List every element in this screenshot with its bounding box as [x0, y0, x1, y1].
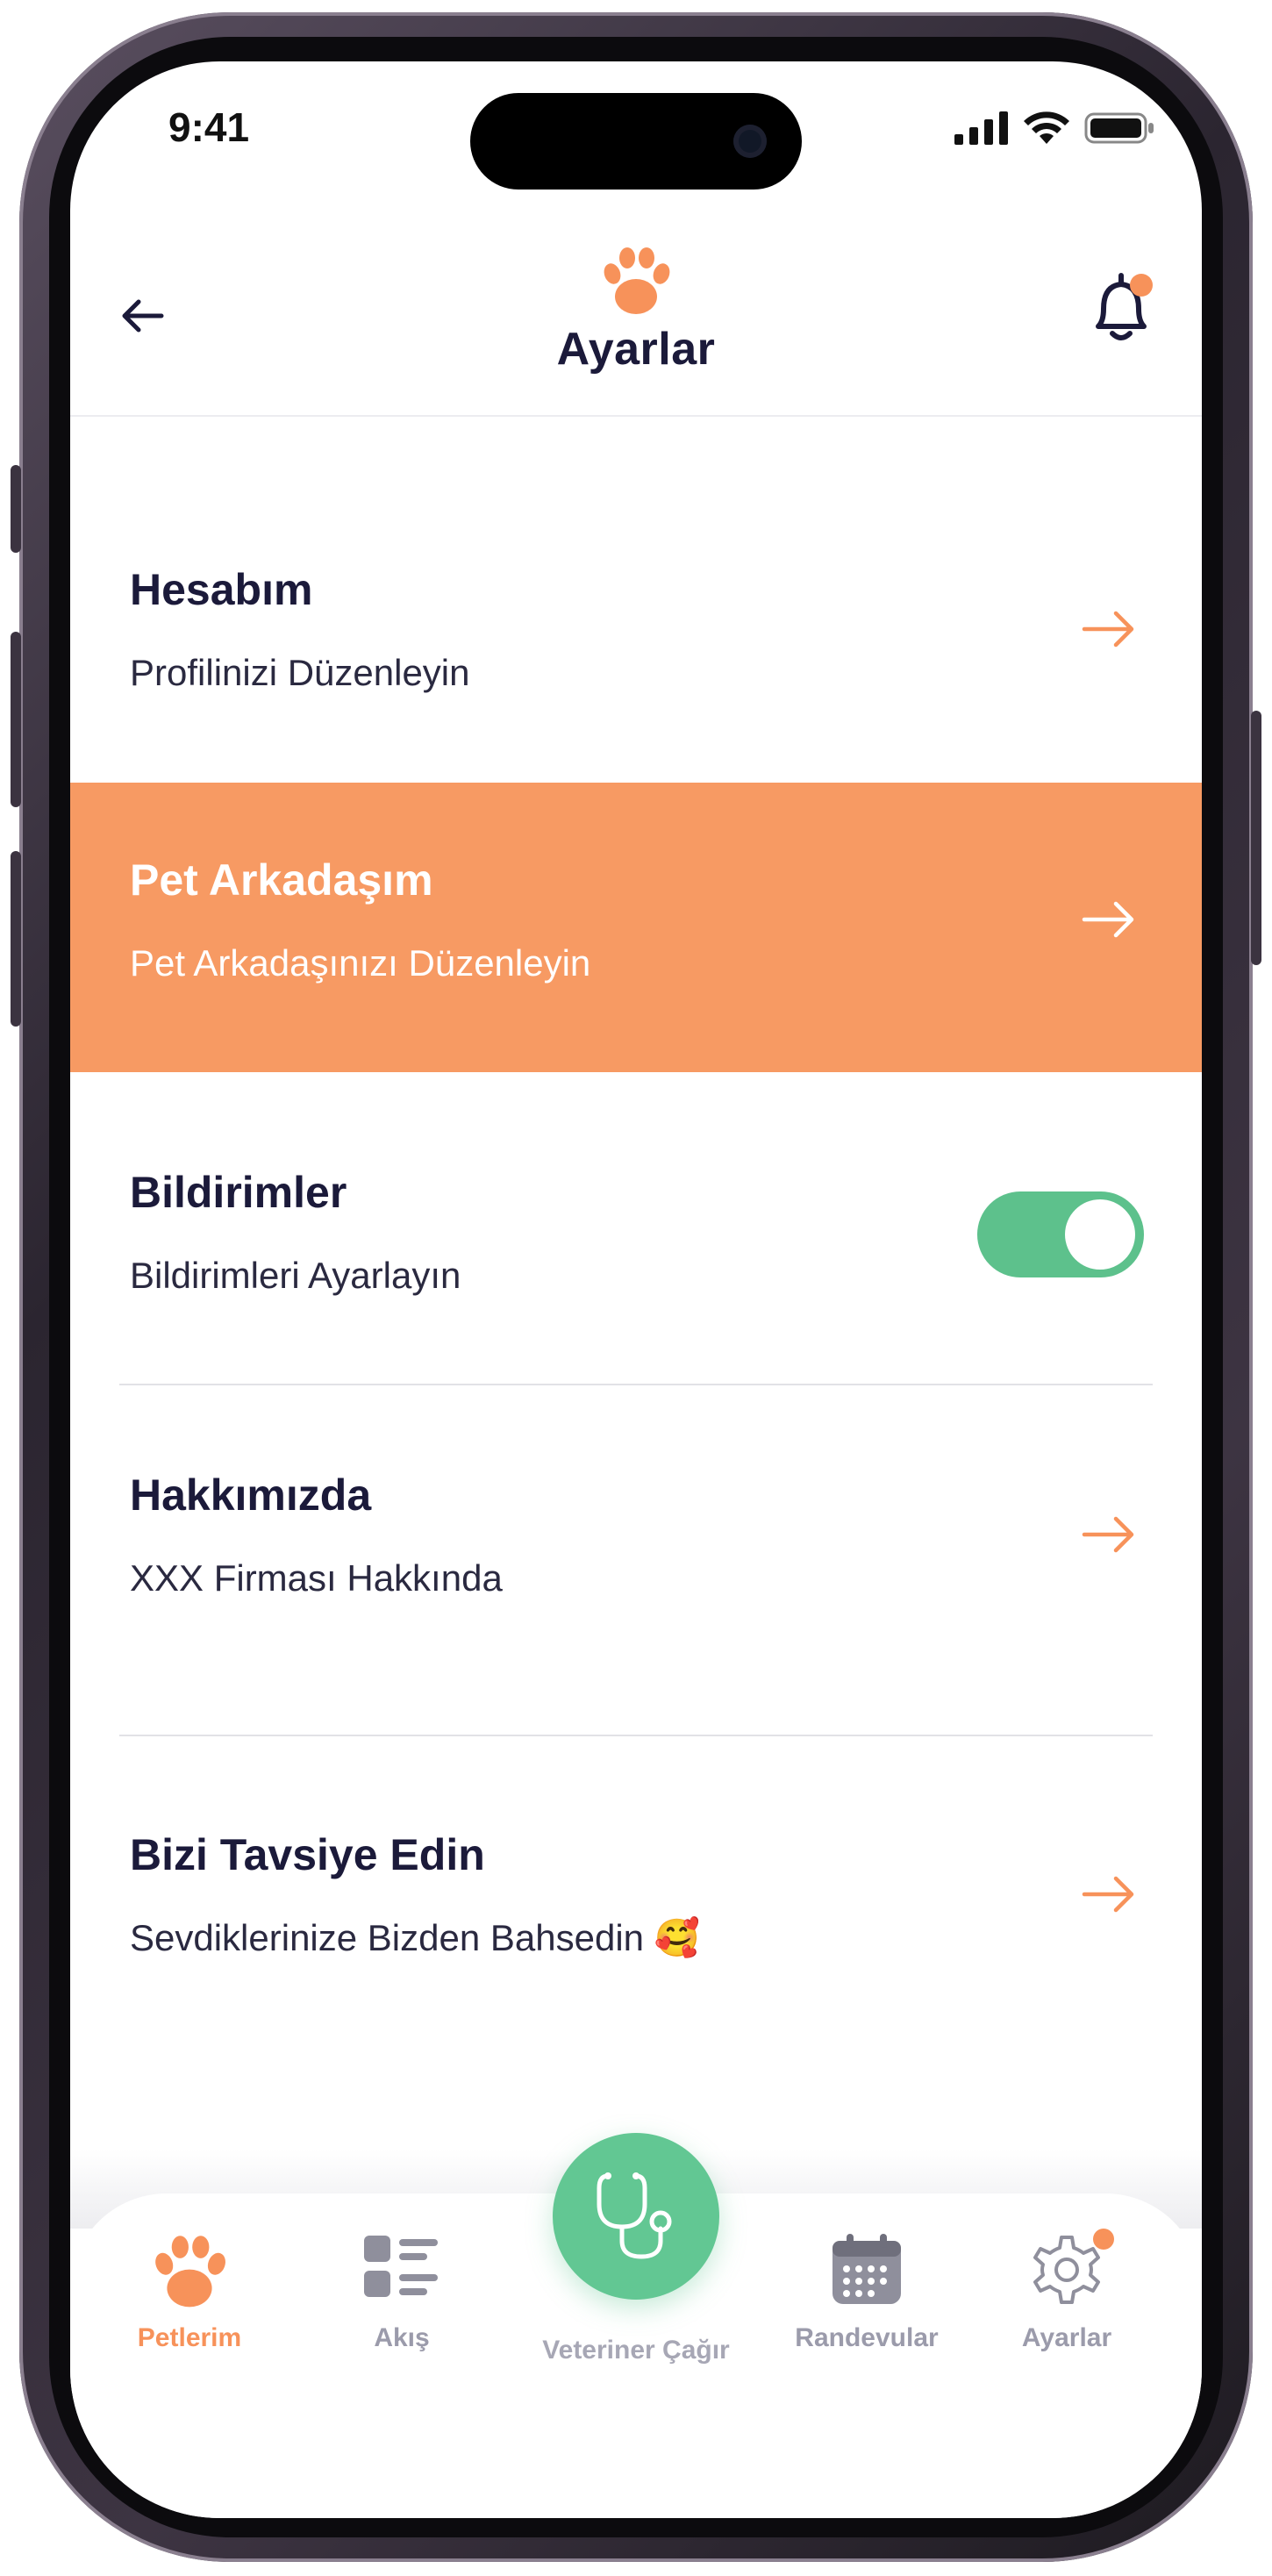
- settings-item-title: Hesabım: [130, 565, 313, 614]
- status-icons: [954, 111, 1156, 146]
- app-header: Ayarlar: [70, 193, 1202, 417]
- settings-item-account[interactable]: Hesabım Profilinizi Düzenleyin: [70, 417, 1202, 706]
- settings-item-title: Pet Arkadaşım: [130, 855, 433, 905]
- call-vet-label: Veteriner Çağır: [542, 2336, 730, 2365]
- toggle-knob: [1065, 1199, 1135, 1270]
- settings-item-about[interactable]: Hakkımızda XXX Firması Hakkında: [70, 1385, 1202, 1735]
- calendar-icon: [833, 2234, 901, 2304]
- settings-item-subtitle: Bildirimleri Ayarlayın: [130, 1255, 461, 1296]
- volume-up-button: [11, 632, 21, 807]
- settings-item-subtitle: Sevdiklerinize Bizden Bahsedin 🥰: [130, 1917, 700, 1958]
- app-screen: 9:41 Ayarlar Hesabım Profilinizi Düzenle…: [70, 61, 1202, 2518]
- settings-item-pet-friend[interactable]: Pet Arkadaşım Pet Arkadaşınızı Düzenleyi…: [70, 783, 1202, 1072]
- cellular-signal-icon: [954, 111, 1008, 145]
- stethoscope-icon: [597, 2172, 672, 2259]
- tab-label: Randevular: [795, 2323, 939, 2352]
- tab-label: Petlerim: [137, 2323, 242, 2352]
- tab-label: Ayarlar: [1021, 2323, 1112, 2352]
- arrow-right-icon: [1082, 1876, 1134, 1913]
- front-camera: [733, 125, 767, 158]
- arrow-right-icon: [1082, 611, 1134, 648]
- action-button: [11, 465, 21, 553]
- settings-item-recommend[interactable]: Bizi Tavsiye Edin Sevdiklerinize Bizden …: [70, 1736, 1202, 2026]
- notifications-toggle[interactable]: [977, 1191, 1144, 1277]
- status-time: 9:41: [168, 104, 250, 150]
- settings-item-title: Bizi Tavsiye Edin: [130, 1830, 485, 1879]
- notifications-button[interactable]: [1086, 268, 1156, 347]
- settings-item-subtitle: Pet Arkadaşınızı Düzenleyin: [130, 942, 591, 984]
- settings-item-notifications: Bildirimler Bildirimleri Ayarlayın: [70, 1072, 1202, 1379]
- tab-label: Akış: [374, 2323, 430, 2352]
- settings-item-subtitle: XXX Firması Hakkında: [130, 1557, 503, 1599]
- settings-item-title: Hakkımızda: [130, 1470, 372, 1520]
- page-title: Ayarlar: [556, 324, 716, 375]
- dynamic-island: [470, 93, 802, 190]
- volume-down-button: [11, 851, 21, 1027]
- arrow-right-icon: [1082, 1516, 1134, 1553]
- notification-badge: [1130, 274, 1153, 297]
- call-vet-button[interactable]: [553, 2133, 719, 2300]
- paw-icon: [155, 2236, 225, 2308]
- settings-item-subtitle: Profilinizi Düzenleyin: [130, 652, 470, 693]
- power-button: [1251, 711, 1261, 965]
- settings-badge: [1093, 2229, 1114, 2250]
- feed-list-icon: [364, 2236, 438, 2297]
- battery-icon: [1084, 112, 1154, 144]
- paw-logo-icon: [604, 247, 670, 314]
- settings-item-title: Bildirimler: [130, 1168, 347, 1217]
- arrow-right-icon: [1082, 901, 1134, 938]
- wifi-icon: [1024, 111, 1069, 144]
